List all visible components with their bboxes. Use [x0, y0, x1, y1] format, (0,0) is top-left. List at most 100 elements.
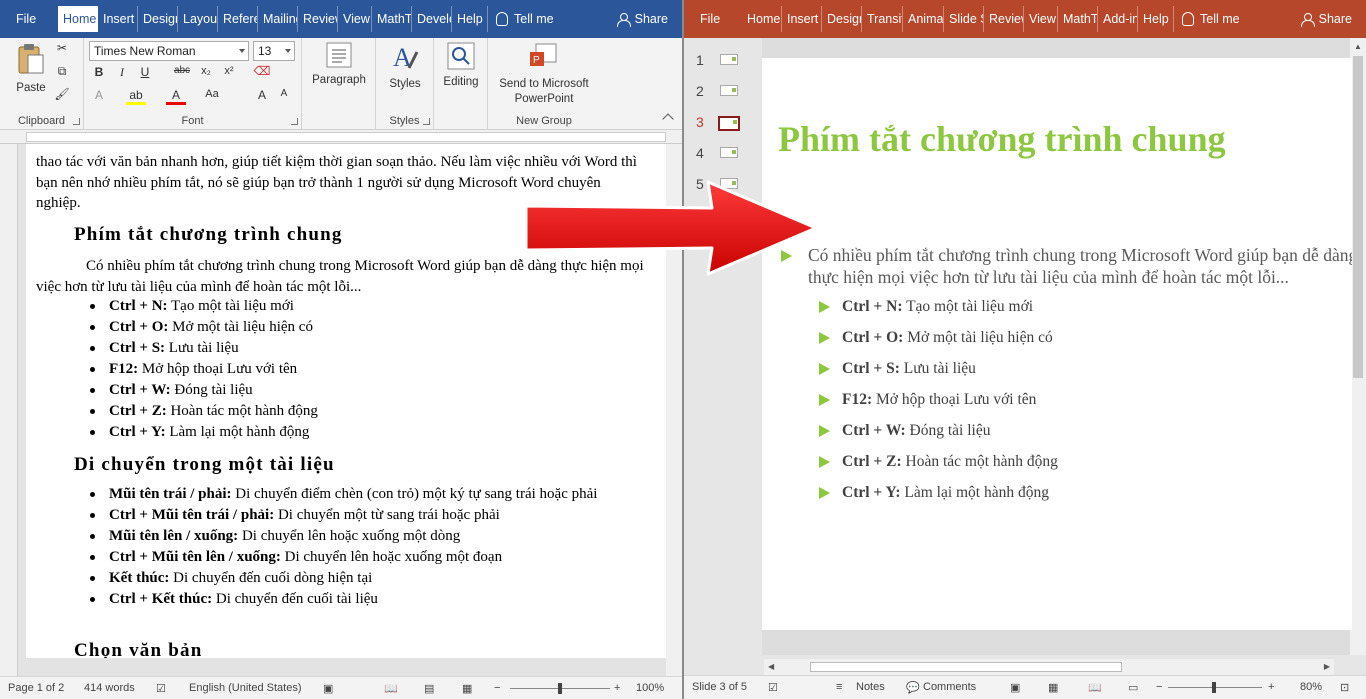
ppt-tab-mathtype[interactable]: MathType: [1058, 6, 1098, 32]
ppt-zoom-knob[interactable]: [1212, 682, 1216, 693]
slide-thumbnail[interactable]: [720, 54, 738, 65]
macro-icon[interactable]: ▣: [323, 682, 333, 695]
cut-icon[interactable]: ✂: [52, 41, 72, 55]
word-tab-file[interactable]: File: [0, 6, 58, 32]
ppt-tab-home[interactable]: Home: [742, 6, 782, 32]
word-tab-mailings[interactable]: Mailings: [258, 6, 298, 32]
editing-button[interactable]: Editing: [438, 42, 484, 90]
copy-icon[interactable]: ⧉: [52, 64, 72, 79]
clipboard-launcher-icon[interactable]: [73, 118, 80, 125]
paragraph-button[interactable]: Paragraph: [308, 42, 370, 88]
paste-button[interactable]: Paste: [10, 42, 52, 96]
comments-button[interactable]: Comments: [923, 681, 976, 693]
page-count[interactable]: Page 1 of 2: [8, 682, 64, 694]
word-tab-help[interactable]: Help: [452, 6, 488, 32]
ppt-tab-transitions[interactable]: Transitions: [862, 6, 903, 32]
grow-font-icon[interactable]: A: [252, 88, 272, 102]
collapse-ribbon-icon[interactable]: [662, 113, 674, 125]
word-tab-home[interactable]: Home: [58, 6, 98, 32]
ppt-tab-insert[interactable]: Insert: [782, 6, 822, 32]
ppt-status-bar: Slide 3 of 5 ☑ ≡ Notes 💬 Comments ▣ ▦ 📖 …: [684, 675, 1366, 699]
word-tell-me[interactable]: Tell me: [496, 6, 554, 32]
italic-icon[interactable]: I: [112, 65, 132, 80]
styles-button[interactable]: A Styles: [382, 42, 428, 92]
ppt-vertical-scrollbar[interactable]: ▲: [1350, 38, 1366, 655]
shrink-font-icon[interactable]: A: [274, 88, 294, 99]
slide-show-icon[interactable]: ▭: [1128, 681, 1138, 694]
ppt-tab-slide-show[interactable]: Slide Show: [944, 6, 984, 32]
send-to-powerpoint-icon: P: [530, 43, 557, 66]
slide-sorter-icon[interactable]: ▦: [1048, 681, 1058, 694]
slide-thumbnail[interactable]: [720, 85, 738, 96]
scroll-right-icon[interactable]: ▶: [1324, 662, 1330, 671]
clear-formatting-icon[interactable]: ⌫: [252, 64, 272, 78]
ppt-tab-animations[interactable]: Animations: [903, 6, 944, 32]
bold-icon[interactable]: B: [89, 65, 109, 79]
search-icon: [447, 42, 475, 70]
slide-canvas[interactable]: Phím tắt chương trình chung Có nhiều phí…: [762, 58, 1352, 630]
ppt-zoom-out-icon[interactable]: −: [1156, 681, 1162, 693]
slide-body-paragraph[interactable]: Có nhiều phím tắt chương trình chung tro…: [781, 244, 1352, 288]
ppt-tab-file[interactable]: File: [684, 6, 742, 32]
zoom-out-icon[interactable]: −: [494, 682, 500, 694]
format-painter-icon[interactable]: 🖌: [52, 87, 72, 101]
slide-count[interactable]: Slide 3 of 5: [692, 681, 747, 693]
slide-thumbnail[interactable]: [718, 116, 740, 131]
notes-button[interactable]: Notes: [856, 681, 885, 693]
strikethrough-icon[interactable]: abc: [172, 65, 192, 76]
word-tab-mathtype[interactable]: MathType: [372, 6, 412, 32]
ppt-vertical-scroll-thumb[interactable]: [1353, 56, 1363, 378]
font-color-icon[interactable]: A: [166, 88, 186, 105]
ppt-zoom-level[interactable]: 80%: [1300, 681, 1322, 693]
word-zoom-level[interactable]: 100%: [636, 682, 664, 694]
shortcut-key: Ctrl + Mũi tên lên / xuống:: [109, 549, 281, 565]
shortcut-description: Di chuyển một từ sang trái hoặc phải: [274, 507, 500, 523]
print-layout-icon[interactable]: ▤: [424, 682, 434, 695]
font-launcher-icon[interactable]: [291, 118, 298, 125]
word-tab-references[interactable]: References: [218, 6, 258, 32]
slide-title[interactable]: Phím tắt chương trình chung: [778, 118, 1226, 160]
highlight-icon[interactable]: ab: [126, 88, 146, 105]
send-to-powerpoint-button[interactable]: P Send to Microsoft PowerPoint: [492, 42, 596, 107]
ppt-tab-view[interactable]: View: [1024, 6, 1058, 32]
ppt-horizontal-scroll-thumb[interactable]: [810, 662, 1122, 672]
ppt-zoom-in-icon[interactable]: +: [1268, 681, 1274, 693]
change-case-icon[interactable]: Aa: [202, 88, 222, 100]
word-share-button[interactable]: Share: [616, 6, 668, 32]
normal-view-icon[interactable]: ▣: [1010, 681, 1020, 694]
fit-to-window-icon[interactable]: ⊡: [1340, 681, 1349, 694]
font-name-combo[interactable]: Times New Roman: [89, 41, 249, 61]
styles-launcher-icon[interactable]: [423, 118, 430, 125]
word-count[interactable]: 414 words: [84, 682, 135, 694]
ppt-share-button[interactable]: Share: [1300, 6, 1352, 32]
superscript-icon[interactable]: x²: [219, 65, 239, 77]
slide-thumbnail[interactable]: [720, 147, 738, 158]
language-status[interactable]: English (United States): [189, 682, 302, 694]
scroll-up-icon[interactable]: ▲: [1354, 42, 1362, 51]
web-layout-icon[interactable]: ▦: [462, 682, 472, 695]
ppt-tell-me[interactable]: Tell me: [1182, 6, 1240, 32]
word-tab-view[interactable]: View: [338, 6, 372, 32]
zoom-in-icon[interactable]: +: [614, 682, 620, 694]
read-mode-icon[interactable]: 📖: [384, 682, 398, 695]
ppt-tab-design[interactable]: Design: [822, 6, 862, 32]
word-tab-layout[interactable]: Layout: [178, 6, 218, 32]
word-zoom-knob[interactable]: [558, 683, 562, 694]
text-effects-icon[interactable]: A: [89, 88, 109, 102]
word-tab-review[interactable]: Review: [298, 6, 338, 32]
scroll-left-icon[interactable]: ◀: [768, 662, 774, 671]
reading-view-icon[interactable]: 📖: [1088, 681, 1102, 694]
ppt-proofing-icon[interactable]: ☑: [768, 681, 778, 694]
word-tab-design[interactable]: Design: [138, 6, 178, 32]
word-tab-developer[interactable]: Developer: [412, 6, 452, 32]
word-tab-insert[interactable]: Insert: [98, 6, 138, 32]
ppt-tab-add-ins[interactable]: Add-ins: [1098, 6, 1138, 32]
font-size-combo[interactable]: 13: [253, 41, 295, 61]
underline-icon[interactable]: U: [135, 65, 155, 79]
ppt-tab-help[interactable]: Help: [1138, 6, 1174, 32]
subscript-icon[interactable]: x₂: [196, 65, 216, 77]
ppt-tab-review[interactable]: Review: [984, 6, 1024, 32]
new-group: P Send to Microsoft PowerPoint New Group: [488, 38, 600, 130]
ppt-horizontal-scrollbar[interactable]: ◀ ▶: [764, 659, 1334, 675]
proofing-icon[interactable]: ☑: [156, 682, 166, 695]
